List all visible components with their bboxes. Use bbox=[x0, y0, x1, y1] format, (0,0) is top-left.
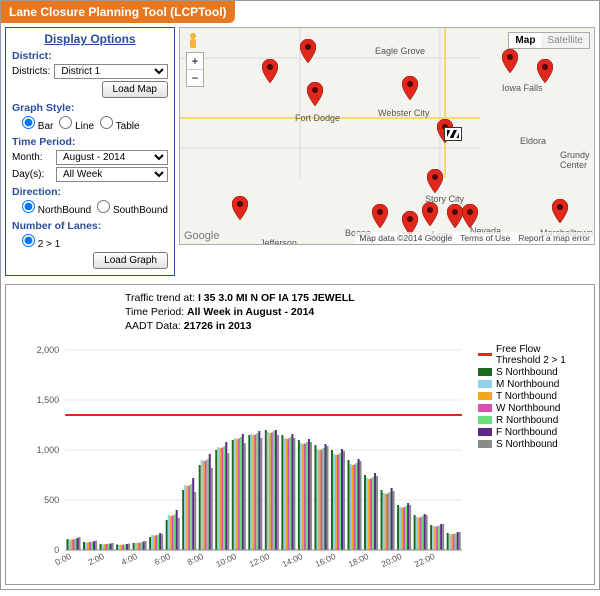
map-terms-link[interactable]: Terms of Use bbox=[460, 233, 510, 243]
district-label: District: bbox=[12, 50, 168, 62]
maptype-map-button[interactable]: Map bbox=[509, 33, 541, 48]
legend-item: S Northbound bbox=[478, 367, 590, 378]
map-report-link[interactable]: Report a map error bbox=[518, 233, 590, 243]
map-city-label: Eldora bbox=[520, 136, 546, 146]
map-city-label: Jefferson bbox=[260, 238, 297, 245]
svg-text:20:00: 20:00 bbox=[380, 551, 404, 569]
map-pin-icon[interactable] bbox=[402, 76, 418, 100]
svg-text:1,000: 1,000 bbox=[37, 445, 60, 455]
map-pin-icon[interactable] bbox=[427, 169, 443, 193]
style-table-radio[interactable]: Table bbox=[100, 116, 140, 132]
lanes-label: Number of Lanes: bbox=[12, 220, 168, 232]
map-city-label: Iowa Falls bbox=[502, 83, 543, 93]
zoom-out-button[interactable]: − bbox=[187, 70, 203, 86]
maptype-satellite-button[interactable]: Satellite bbox=[541, 33, 589, 48]
days-select[interactable]: All Week bbox=[56, 167, 168, 182]
direction-label: Direction: bbox=[12, 186, 168, 198]
svg-text:2:00: 2:00 bbox=[86, 551, 106, 567]
streetview-pegman-icon[interactable] bbox=[186, 32, 200, 50]
map-city-label: Webster City bbox=[378, 108, 429, 118]
map-city-label: Fort Dodge bbox=[295, 113, 340, 123]
zoom-in-button[interactable]: + bbox=[187, 53, 203, 70]
lanes-2to1-radio[interactable]: 2 > 1 bbox=[22, 234, 60, 250]
svg-text:18:00: 18:00 bbox=[347, 551, 371, 569]
load-graph-button[interactable]: Load Graph bbox=[93, 252, 168, 269]
svg-text:2,000: 2,000 bbox=[37, 345, 60, 355]
legend-item: T Northbound bbox=[478, 391, 590, 402]
chart-plot: 05001,0001,5002,0000:002:004:006:008:001… bbox=[10, 340, 472, 580]
legend-item: W Northbound bbox=[478, 403, 590, 414]
chart-aadt: 21726 in 2013 bbox=[184, 320, 252, 332]
options-heading: Display Options bbox=[12, 32, 168, 46]
chart-legend: Free Flow Threshold 2 > 1 S NorthboundM … bbox=[472, 340, 590, 580]
chart-panel: Traffic trend at: I 35 3.0 MI N OF IA 17… bbox=[5, 284, 595, 585]
chart-period: All Week in August - 2014 bbox=[187, 306, 314, 318]
legend-item: S Northbound bbox=[478, 439, 590, 450]
display-options-panel: Display Options District: Districts: Dis… bbox=[5, 27, 175, 276]
map-pin-icon[interactable] bbox=[447, 204, 463, 228]
map-canvas[interactable]: Fort Dodge Webster City Eagle Grove Iowa Fa… bbox=[179, 27, 595, 245]
map-pin-icon[interactable] bbox=[462, 204, 478, 228]
map-pin-icon[interactable] bbox=[422, 202, 438, 226]
svg-text:10:00: 10:00 bbox=[214, 551, 238, 569]
map-pin-icon[interactable] bbox=[262, 59, 278, 83]
style-bar-radio[interactable]: Bar bbox=[22, 116, 53, 132]
style-line-radio[interactable]: Line bbox=[59, 116, 94, 132]
chart-location: I 35 3.0 MI N OF IA 175 JEWELL bbox=[198, 292, 355, 304]
map-pin-icon[interactable] bbox=[300, 39, 316, 63]
map-logo: Google bbox=[184, 230, 219, 242]
map-attribution: Map data ©2014 Google bbox=[359, 233, 452, 243]
month-label: Month: bbox=[12, 152, 52, 163]
svg-text:16:00: 16:00 bbox=[314, 551, 338, 569]
svg-text:1,500: 1,500 bbox=[37, 395, 60, 405]
map-pin-icon[interactable] bbox=[537, 59, 553, 83]
days-label: Day(s): bbox=[12, 169, 52, 180]
workzone-icon[interactable] bbox=[444, 127, 462, 141]
district-field-label: Districts: bbox=[12, 66, 50, 77]
app-title: Lane Closure Planning Tool (LCPTool) bbox=[1, 1, 235, 23]
svg-text:4:00: 4:00 bbox=[120, 551, 140, 567]
legend-item: R Northbound bbox=[478, 415, 590, 426]
load-map-button[interactable]: Load Map bbox=[102, 81, 168, 98]
svg-text:6:00: 6:00 bbox=[153, 551, 173, 567]
map-pin-icon[interactable] bbox=[232, 196, 248, 220]
map-pin-icon[interactable] bbox=[552, 199, 568, 223]
map-pin-icon[interactable] bbox=[307, 82, 323, 106]
legend-item: M Northbound bbox=[478, 379, 590, 390]
legend-item: F Northbound bbox=[478, 427, 590, 438]
svg-text:14:00: 14:00 bbox=[281, 551, 305, 569]
dir-north-radio[interactable]: NorthBound bbox=[22, 200, 91, 216]
svg-text:12:00: 12:00 bbox=[247, 551, 271, 569]
map-city-label: Grundy Center bbox=[560, 150, 594, 170]
map-city-label: Eagle Grove bbox=[375, 46, 425, 56]
svg-text:22:00: 22:00 bbox=[413, 551, 437, 569]
svg-text:8:00: 8:00 bbox=[186, 551, 206, 567]
time-period-label: Time Period: bbox=[12, 136, 168, 148]
svg-text:500: 500 bbox=[44, 495, 59, 505]
dir-south-radio[interactable]: SouthBound bbox=[97, 200, 168, 216]
month-select[interactable]: August - 2014 bbox=[56, 150, 168, 165]
legend-threshold: Free Flow Threshold 2 > 1 bbox=[478, 344, 590, 366]
graph-style-label: Graph Style: bbox=[12, 102, 168, 114]
map-pin-icon[interactable] bbox=[502, 49, 518, 73]
district-select[interactable]: District 1 bbox=[54, 64, 168, 79]
svg-text:0: 0 bbox=[54, 545, 59, 555]
map-pin-icon[interactable] bbox=[372, 204, 388, 228]
